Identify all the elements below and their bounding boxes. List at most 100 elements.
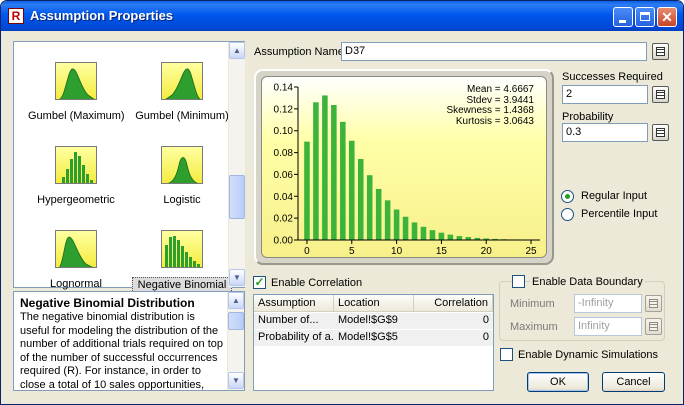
gallery-item-hypergeometric[interactable]: Hypergeometric (26, 146, 126, 207)
x-tick-label: 20 (481, 246, 493, 257)
cell-reference-button[interactable] (652, 124, 669, 141)
cell-reference-icon (656, 47, 665, 56)
gallery-item-label: Gumbel (Maximum) (28, 110, 125, 122)
cell-correlation[interactable]: 0 (414, 313, 493, 329)
gallery-item-label: Hypergeometric (37, 194, 115, 206)
gallery-item-gumbel-minimum[interactable]: Gumbel (Minimum) (132, 62, 232, 123)
chart-bar (384, 200, 391, 240)
maximum-label: Maximum (510, 321, 558, 333)
scroll-down-arrow-icon[interactable]: ▼ (228, 372, 244, 389)
y-tick-label: 0.04 (274, 192, 294, 203)
gallery-item-negative-binomial[interactable]: Negative Binomial (132, 230, 232, 293)
x-tick-label: 25 (525, 246, 537, 257)
discrete-bars-icon (161, 230, 203, 268)
maximize-button[interactable] (635, 7, 655, 27)
table-row[interactable]: Number of... Model!$G$9 0 (254, 313, 493, 329)
y-tick-label: 0.08 (274, 148, 294, 159)
cell-reference-button[interactable] (652, 43, 669, 60)
regular-input-label[interactable]: Regular Input (581, 190, 647, 202)
y-tick-label: 0.00 (274, 236, 294, 247)
scroll-up-arrow-icon[interactable]: ▲ (229, 42, 245, 59)
column-header-correlation[interactable]: Correlation (414, 295, 493, 312)
distribution-chart: 0.00 0.02 0.04 0.06 0.08 0.10 0.12 0.14 0 5 10 15 20… (261, 76, 547, 258)
enable-dynamic-simulations-checkbox[interactable] (500, 348, 513, 361)
successes-required-input[interactable]: 2 (562, 85, 648, 104)
scroll-down-arrow-icon[interactable]: ▼ (229, 269, 245, 286)
enable-dynamic-simulations-label[interactable]: Enable Dynamic Simulations (518, 349, 658, 361)
scrollbar-thumb[interactable] (229, 175, 245, 219)
gallery-item-lognormal[interactable]: Lognormal (26, 230, 126, 291)
description-line: useful for modeling the distribution of … (20, 324, 219, 337)
enable-data-boundary-label[interactable]: Enable Data Boundary (530, 276, 645, 288)
enable-data-boundary-checkbox[interactable] (512, 275, 525, 288)
skewed-right-curve-icon (55, 230, 97, 268)
description-title: Negative Binomial Distribution (20, 296, 195, 310)
scrollbar-thumb[interactable] (228, 312, 244, 330)
cell-reference-button[interactable] (652, 86, 669, 103)
y-tick-label: 0.12 (274, 104, 294, 115)
column-header-assumption[interactable]: Assumption (254, 295, 334, 312)
chart-bar (438, 232, 445, 240)
ok-button[interactable]: OK (527, 372, 589, 392)
chart-bar (366, 175, 373, 240)
percentile-input-radio[interactable] (561, 208, 574, 221)
description-line: number of additional trials required on … (20, 338, 224, 351)
chart-bar (402, 216, 409, 240)
maximum-input[interactable]: Infinity (574, 317, 642, 336)
minimum-input[interactable]: -Infinity (574, 294, 642, 313)
description-line: The negative binomial distribution is (20, 311, 195, 323)
cell-correlation[interactable]: 0 (414, 330, 493, 346)
minimum-label: Minimum (510, 298, 555, 310)
x-tick-label: 10 (391, 246, 403, 257)
x-tick-label: 15 (436, 246, 448, 257)
close-button[interactable]: ✕ (657, 7, 677, 27)
chart-bar (313, 102, 319, 240)
enable-correlation-checkbox[interactable]: ✓ (253, 276, 266, 289)
chart-bar (429, 230, 436, 240)
y-tick-label: 0.06 (274, 170, 294, 181)
percentile-input-label[interactable]: Percentile Input (581, 208, 657, 220)
probability-label: Probability (562, 111, 614, 123)
bell-curve-icon (161, 146, 203, 184)
cell-reference-icon (656, 90, 665, 99)
distribution-gallery[interactable]: Gumbel (Maximum) Gumbel (Minimum) Hyperg… (13, 41, 245, 293)
app-icon: R (8, 8, 24, 24)
description-line: of the number of successful occurrences (20, 351, 218, 364)
minimize-button[interactable] (613, 7, 633, 27)
stat-mean: Mean = 4.6667 (467, 84, 534, 95)
chart-bar (456, 236, 463, 240)
description-scrollbar[interactable]: ▲ ▼ (227, 292, 244, 390)
maximize-icon (640, 12, 650, 21)
cell-reference-icon (649, 299, 658, 308)
gallery-item-gumbel-maximum[interactable]: Gumbel (Maximum) (26, 62, 126, 123)
gallery-item-logistic[interactable]: Logistic (132, 146, 232, 207)
statistics-box: Mean = 4.6667 Stdev = 3.9441 Skewness = … (446, 84, 534, 127)
cell-reference-button[interactable] (645, 295, 662, 312)
stat-kurtosis: Kurtosis = 3.0643 (455, 115, 534, 127)
x-tick-label: 5 (349, 246, 355, 257)
correlation-table[interactable]: Assumption Location Correlation Number o… (253, 294, 494, 391)
regular-input-radio[interactable] (561, 190, 574, 203)
gallery-item-label: Gumbel (Minimum) (135, 110, 229, 122)
assumption-name-input[interactable]: D37 (341, 42, 647, 61)
cell-reference-button[interactable] (645, 318, 662, 335)
chart-bar (357, 159, 364, 240)
chart-bar (340, 121, 346, 240)
gallery-scrollbar[interactable]: ▲ ▼ (228, 42, 245, 287)
chart-bar (447, 234, 454, 240)
chart-bar (393, 209, 400, 240)
chart-bar (304, 141, 310, 240)
title-bar[interactable]: R Assumption Properties ✕ (1, 1, 683, 31)
chart-bar (348, 140, 355, 240)
minimize-icon (619, 20, 626, 23)
successes-required-label: Successes Required (562, 71, 663, 83)
chart-bar (322, 95, 328, 240)
probability-input[interactable]: 0.3 (562, 123, 648, 142)
cell-reference-icon (656, 128, 665, 137)
column-header-location[interactable]: Location (334, 295, 414, 312)
scroll-up-arrow-icon[interactable]: ▲ (228, 292, 244, 309)
table-row[interactable]: Probability of a... Model!$G$5 0 (254, 330, 493, 346)
cell-assumption: Number of... (258, 314, 319, 326)
enable-correlation-label[interactable]: Enable Correlation (271, 277, 362, 289)
cancel-button[interactable]: Cancel (602, 372, 665, 392)
